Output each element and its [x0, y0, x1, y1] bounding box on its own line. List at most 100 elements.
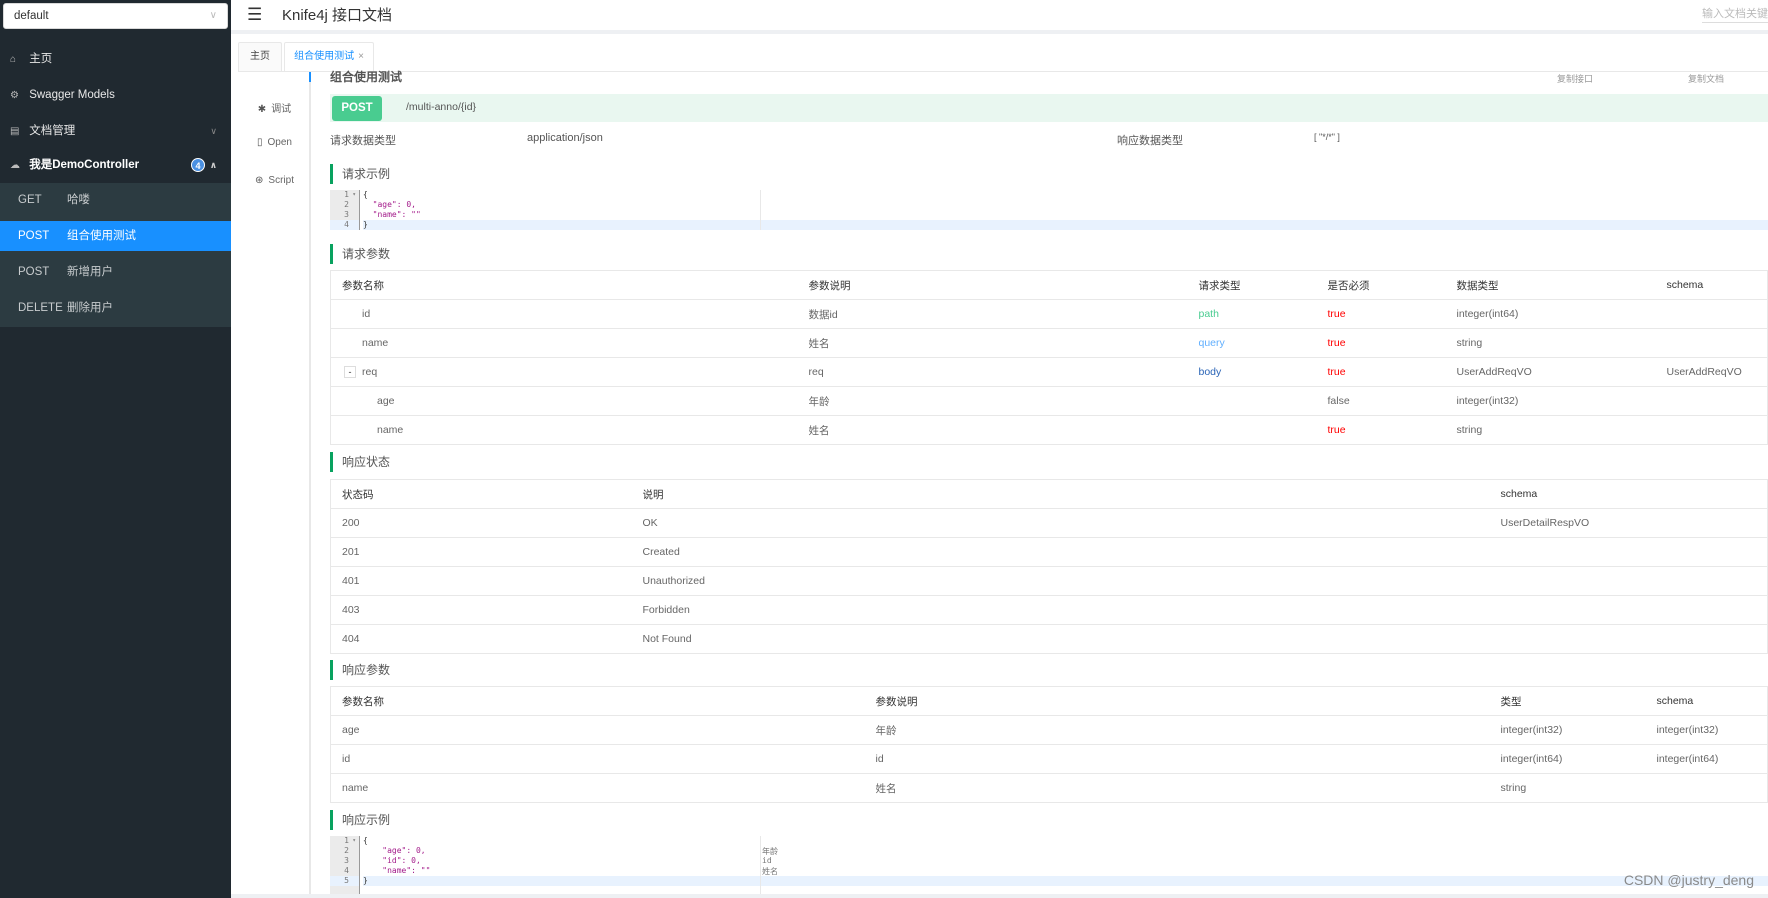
status-desc: Created — [642, 537, 1501, 567]
sidebar: default ∨ ⌂ 主页 ⚙ Swagger Models ▤ 文档管理 ∨… — [0, 0, 231, 898]
col-header: 参数名称 — [330, 270, 809, 300]
sidebar-item-controller[interactable]: ☁ 我是DemoController 4 ∧ — [0, 147, 231, 183]
param-name: id — [330, 299, 809, 329]
table-row: id 数据id path true integer(int64) — [330, 299, 1768, 329]
vnav-script[interactable]: ⊛ Script — [238, 175, 311, 186]
table-row: - req req body true UserAddReqVO UserAddR… — [330, 357, 1768, 387]
code-line: } — [363, 876, 1768, 886]
param-desc: 数据id — [808, 299, 1199, 329]
endpoint-label: 哈喽 — [67, 194, 90, 206]
col-header: 请求类型 — [1198, 270, 1328, 300]
param-type: integer(int32) — [1456, 386, 1667, 416]
param-type: integer(int64) — [1500, 744, 1657, 774]
col-header: 参数说明 — [808, 270, 1199, 300]
status-schema[interactable]: UserDetailRespVO — [1500, 508, 1768, 538]
sidebar-item-doc-manage[interactable]: ▤ 文档管理 ∨ — [0, 113, 231, 149]
vnav-open[interactable]: ▯ Open — [238, 137, 311, 148]
param-type: integer(int64) — [1456, 299, 1667, 329]
status-code: 201 — [330, 537, 643, 567]
tab-home[interactable]: 主页 — [238, 42, 282, 71]
param-type: UserAddReqVO — [1456, 357, 1667, 387]
bottom-bar — [231, 894, 1768, 898]
vnav-debug[interactable]: ✱ 调试 — [238, 100, 311, 115]
menu-fold-icon[interactable]: ☰ — [247, 5, 262, 25]
vnav-active-indicator — [309, 72, 311, 82]
close-icon[interactable]: × — [358, 51, 364, 62]
endpoint-item[interactable]: POST 组合使用测试 — [0, 221, 231, 251]
response-type-label: 响应数据类型 — [1117, 135, 1183, 147]
search-input[interactable]: 输入文档关键字 — [1702, 5, 1768, 23]
endpoint-label: 新增用户 — [67, 266, 113, 278]
param-type: string — [1500, 773, 1657, 803]
fold-icon[interactable]: ▾ — [352, 836, 356, 846]
sidebar-item-swagger-models[interactable]: ⚙ Swagger Models — [0, 77, 231, 113]
table-row: age 年龄 integer(int32) integer(int32) — [330, 715, 1768, 745]
bug-icon: ✱ — [257, 104, 267, 115]
request-type-label: 请求数据类型 — [330, 135, 396, 147]
chevron-down-icon: ∨ — [209, 10, 217, 21]
copy-api-link[interactable]: 复制接口 — [1557, 72, 1593, 85]
endpoint-item[interactable]: POST 新增用户 — [0, 257, 231, 287]
request-example-editor[interactable]: 1 ▾ 2 3 4 { "age": 0, "name": "" } — [330, 190, 1768, 230]
param-required: true — [1327, 415, 1457, 445]
endpoint-method: POST — [18, 266, 50, 278]
line-gutter: 1 ▾ 2 3 4 5 — [330, 836, 360, 898]
copy-doc-link[interactable]: 复制文档 — [1688, 72, 1724, 85]
status-desc: Not Found — [642, 624, 1501, 654]
sidebar-item-label: 我是DemoController — [29, 159, 140, 171]
fold-icon[interactable]: ▾ — [352, 190, 356, 200]
col-header: 参数说明 — [875, 686, 1501, 716]
url-path: /multi-anno/{id} — [406, 101, 477, 113]
collapse-row-button[interactable]: - — [344, 366, 356, 378]
param-required: true — [1327, 357, 1457, 387]
status-desc: Forbidden — [642, 595, 1501, 625]
table-header: 状态码 说明 schema — [330, 479, 1768, 509]
tab-api[interactable]: 组合使用测试 × — [284, 42, 374, 71]
endpoint-item[interactable]: DELETE 删除用户 — [0, 293, 231, 323]
param-name: age — [330, 386, 809, 416]
param-desc: 年龄 — [875, 715, 1501, 745]
sidebar-item-label: 主页 — [29, 53, 53, 65]
endpoint-list: GET 哈喽 POST 组合使用测试 POST 新增用户 DELETE 删除用户 — [0, 183, 231, 327]
code-line: "name": "" — [363, 866, 431, 875]
table-row: name 姓名 true string — [330, 415, 1768, 445]
param-schema — [1666, 328, 1768, 358]
param-schema — [1666, 386, 1768, 416]
watermark: CSDN @justry_deng — [1623, 872, 1754, 888]
status-code: 401 — [330, 566, 643, 596]
response-example-editor[interactable]: 1 ▾ 2 3 4 5 { "age": 0, "id": 0, "name": "" }… — [330, 836, 1768, 898]
status-code: 404 — [330, 624, 643, 654]
param-schema: integer(int64) — [1656, 744, 1768, 774]
vnav-label: Script — [268, 175, 294, 186]
code-lines: { "age": 0, "name": "" } — [363, 190, 1768, 230]
param-in — [1198, 386, 1328, 416]
param-schema — [1666, 299, 1768, 329]
param-desc: 姓名 — [808, 415, 1199, 445]
param-desc: 姓名 — [875, 773, 1501, 803]
col-header: 状态码 — [330, 479, 643, 509]
status-schema — [1500, 566, 1768, 596]
param-in — [1198, 415, 1328, 445]
param-name: age — [330, 715, 876, 745]
param-in: path — [1198, 299, 1328, 329]
response-type-value: [ "*/*" ] — [1314, 132, 1340, 142]
response-status-table: 状态码 说明 schema 200 OK UserDetailRespVO 20… — [330, 479, 1768, 654]
divider — [238, 71, 1768, 72]
group-select[interactable]: default ∨ — [3, 3, 228, 29]
param-schema: integer(int32) — [1656, 715, 1768, 745]
document-icon: ▤ — [10, 126, 20, 137]
param-desc: 姓名 — [808, 328, 1199, 358]
cloud-icon: ☁ — [10, 160, 20, 171]
print-margin — [760, 190, 761, 230]
status-code: 200 — [330, 508, 643, 538]
tab-label: 主页 — [250, 51, 270, 62]
cube-icon: ⚙ — [10, 90, 19, 101]
col-header: 参数名称 — [330, 686, 876, 716]
table-row: name 姓名 query true string — [330, 328, 1768, 358]
table-row: 401 Unauthorized — [330, 566, 1768, 596]
sidebar-item-home[interactable]: ⌂ 主页 — [0, 41, 231, 77]
param-required: false — [1327, 386, 1457, 416]
field-comment: id — [762, 856, 772, 865]
endpoint-item[interactable]: GET 哈喽 — [0, 185, 231, 215]
home-icon: ⌂ — [10, 54, 17, 65]
